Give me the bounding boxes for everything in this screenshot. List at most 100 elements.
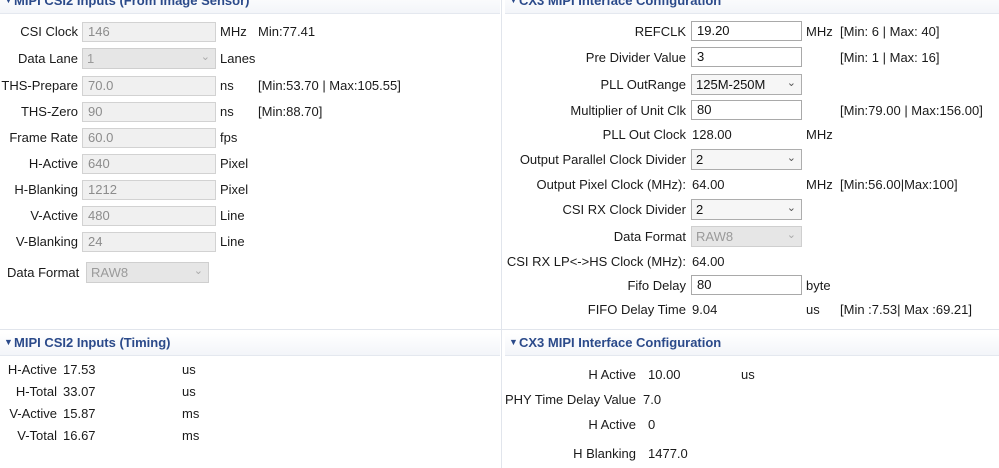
ths-zero-field[interactable]: 90 <box>82 102 216 122</box>
section-title: CX3 MIPI Interface Configuration <box>519 335 722 350</box>
v-blanking-field[interactable]: 24 <box>82 232 216 252</box>
pll-outrange-value: 125M-250M <box>696 77 766 92</box>
timing-panel: ▼ MIPI CSI2 Inputs (Timing) H-Active 17.… <box>0 333 500 468</box>
output-pixel-clock-unit: MHz <box>806 177 833 192</box>
csi-rx-divider-dropdown[interactable]: 2 ⌄ <box>691 199 802 220</box>
pll-out-clock-value: 128.00 <box>692 127 732 142</box>
chevron-down-icon: ⌄ <box>786 202 796 214</box>
csi-rx-divider-value: 2 <box>696 202 704 217</box>
h-active-label: H-Active <box>28 156 78 171</box>
csi-clock-field[interactable]: 146 <box>82 22 216 42</box>
triangle-down-icon[interactable]: ▼ <box>4 0 13 5</box>
h-active-unit: Pixel <box>220 156 249 171</box>
fifo-delay-unit: byte <box>806 278 831 293</box>
cx3-config2-panel: ▼ CX3 MIPI Interface Configuration H Act… <box>505 333 999 468</box>
cx3-config-section-header[interactable]: ▼ CX3 MIPI Interface Configuration <box>505 0 999 14</box>
ths-prepare-unit: ns <box>220 78 234 93</box>
ths-prepare-range: [Min:53.70 | Max:105.55] <box>258 78 401 93</box>
cx3-h-active2-label: H Active <box>588 417 636 432</box>
phy-time-delay-value: 7.0 <box>643 392 662 407</box>
timing-v-total-unit: ms <box>182 428 200 443</box>
timing-h-total-value: 33.07 <box>63 384 96 399</box>
refclk-field[interactable]: 19.20 <box>691 21 802 41</box>
frame-rate-unit: fps <box>220 130 238 145</box>
horizontal-divider <box>0 329 999 330</box>
pre-divider-range: [Min: 1 | Max: 16] <box>840 50 940 65</box>
h-active-field[interactable]: 640 <box>82 154 216 174</box>
csi-rx-lp-hs-label: CSI RX LP<->HS Clock (MHz): <box>506 254 686 269</box>
frame-rate-field[interactable]: 60.0 <box>82 128 216 148</box>
output-parallel-divider-value: 2 <box>696 152 704 167</box>
section-title: CX3 MIPI Interface Configuration <box>519 0 722 8</box>
v-blanking-unit: Line <box>220 234 245 249</box>
cx3-h-active2-value: 0 <box>648 417 656 432</box>
ths-zero-label: THS-Zero <box>20 104 78 119</box>
v-active-unit: Line <box>220 208 245 223</box>
section-title: MIPI CSI2 Inputs (From Image Sensor) <box>14 0 250 8</box>
cx3-config-panel: ▼ CX3 MIPI Interface Configuration REFCL… <box>505 0 999 330</box>
timing-h-active-unit: us <box>182 362 196 377</box>
frame-rate-label: Frame Rate <box>9 130 78 145</box>
chevron-down-icon: ⌄ <box>786 152 796 164</box>
cx3-h-active-unit: us <box>741 367 755 382</box>
chevron-down-icon: ⌄ <box>786 229 796 241</box>
data-format-value: RAW8 <box>91 265 129 280</box>
h-blanking-label: H-Blanking <box>14 182 78 197</box>
refclk-label: REFCLK <box>634 24 686 39</box>
timing-h-active-label: H-Active <box>7 362 57 377</box>
cx3-h-active-value: 10.00 <box>648 367 681 382</box>
fifo-delay-time-label: FIFO Delay Time <box>587 302 686 317</box>
phy-time-delay-label: PHY Time Delay Value <box>505 392 637 407</box>
multiplier-field[interactable]: 80 <box>691 100 802 120</box>
data-lane-dropdown[interactable]: 1 ⌄ <box>82 48 216 69</box>
pre-divider-field[interactable]: 3 <box>691 47 802 67</box>
timing-h-active-value: 17.53 <box>63 362 96 377</box>
v-active-field[interactable]: 480 <box>82 206 216 226</box>
pll-out-clock-label: PLL Out Clock <box>602 127 686 142</box>
pll-outrange-label: PLL OutRange <box>600 77 686 92</box>
output-parallel-divider-dropdown[interactable]: 2 ⌄ <box>691 149 802 170</box>
pre-divider-label: Pre Divider Value <box>585 50 686 65</box>
csi-clock-unit: MHz <box>220 24 247 39</box>
data-lane-label: Data Lane <box>18 51 78 66</box>
refclk-unit: MHz <box>806 24 833 39</box>
csi2-inputs-section-header[interactable]: ▼ MIPI CSI2 Inputs (From Image Sensor) <box>0 0 500 14</box>
vertical-divider <box>501 0 502 468</box>
ths-prepare-field[interactable]: 70.0 <box>82 76 216 96</box>
fifo-delay-label: Fifo Delay <box>627 278 686 293</box>
csi-clock-label: CSI Clock <box>20 24 78 39</box>
data-format-dropdown[interactable]: RAW8 ⌄ <box>86 262 209 283</box>
ths-zero-range: [Min:88.70] <box>258 104 323 119</box>
chevron-down-icon: ⌄ <box>786 77 796 89</box>
timing-v-total-value: 16.67 <box>63 428 96 443</box>
fifo-delay-time-value: 9.04 <box>692 302 718 317</box>
ths-prepare-label: THS-Prepare <box>1 78 78 93</box>
fifo-delay-field[interactable]: 80 <box>691 275 802 295</box>
timing-v-active-value: 15.87 <box>63 406 96 421</box>
timing-v-total-label: V-Total <box>17 428 57 443</box>
data-lane-unit: Lanes <box>220 51 256 66</box>
pll-outrange-dropdown[interactable]: 125M-250M ⌄ <box>691 74 802 95</box>
refclk-range: [Min: 6 | Max: 40] <box>840 24 940 39</box>
ths-zero-unit: ns <box>220 104 234 119</box>
h-blanking-field[interactable]: 1212 <box>82 180 216 200</box>
triangle-down-icon[interactable]: ▼ <box>509 337 518 347</box>
multiplier-label: Multiplier of Unit Clk <box>570 103 686 118</box>
csi-rx-divider-label: CSI RX Clock Divider <box>562 202 686 217</box>
cx3-data-format-dropdown[interactable]: RAW8 ⌄ <box>691 226 802 247</box>
output-pixel-clock-range: [Min:56.00|Max:100] <box>840 177 958 192</box>
timing-h-total-label: H-Total <box>15 384 57 399</box>
timing-v-active-unit: ms <box>182 406 200 421</box>
triangle-down-icon[interactable]: ▼ <box>4 337 13 347</box>
chevron-down-icon: ⌄ <box>200 51 210 63</box>
section-title: MIPI CSI2 Inputs (Timing) <box>14 335 171 350</box>
fifo-delay-time-unit: us <box>806 302 820 317</box>
cx3-config2-section-header[interactable]: ▼ CX3 MIPI Interface Configuration <box>505 333 999 356</box>
triangle-down-icon[interactable]: ▼ <box>509 0 518 5</box>
cx3-h-blanking-label: H Blanking <box>573 446 636 461</box>
data-lane-value: 1 <box>87 51 95 66</box>
csi-clock-range: Min:77.41 <box>258 24 316 39</box>
v-blanking-label: V-Blanking <box>15 234 78 249</box>
cx3-data-format-value: RAW8 <box>696 229 734 244</box>
timing-section-header[interactable]: ▼ MIPI CSI2 Inputs (Timing) <box>0 333 500 356</box>
